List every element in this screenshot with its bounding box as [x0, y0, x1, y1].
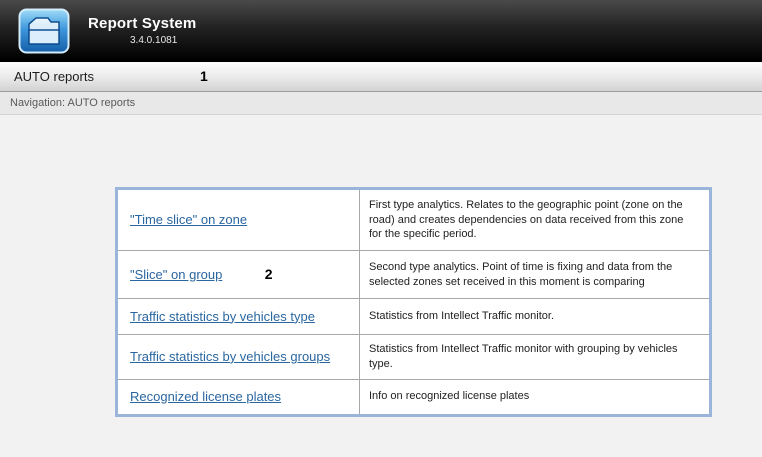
link-slice-on-group[interactable]: "Slice" on group	[130, 267, 222, 282]
report-description: First type analytics. Relates to the geo…	[360, 189, 711, 251]
breadcrumb: Navigation: AUTO reports	[10, 97, 135, 109]
table-row: Recognized license plates Info on recogn…	[117, 379, 711, 415]
menu-item-auto-reports[interactable]: AUTO reports	[14, 69, 94, 84]
app-title: Report System	[88, 15, 196, 32]
app-version: 3.4.0.1081	[88, 35, 196, 46]
table-row: Traffic statistics by vehicles type Stat…	[117, 299, 711, 335]
menu-bar: AUTO reports 1	[0, 62, 762, 92]
table-row: Traffic statistics by vehicles groups St…	[117, 335, 711, 380]
report-description: Statistics from Intellect Traffic monito…	[360, 299, 711, 335]
annotation-marker-2: 2	[265, 266, 273, 282]
report-description: Statistics from Intellect Traffic monito…	[360, 335, 711, 380]
report-description: Second type analytics. Point of time is …	[360, 251, 711, 299]
reports-table: "Time slice" on zone First type analytic…	[115, 187, 712, 417]
title-block: Report System 3.4.0.1081	[88, 15, 196, 46]
table-row: "Slice" on group 2 Second type analytics…	[117, 251, 711, 299]
app-header: Report System 3.4.0.1081	[0, 0, 762, 62]
link-traffic-statistics-by-vehicles-groups[interactable]: Traffic statistics by vehicles groups	[130, 349, 330, 364]
report-system-folder-icon	[18, 8, 70, 54]
table-row: "Time slice" on zone First type analytic…	[117, 189, 711, 251]
link-traffic-statistics-by-vehicles-type[interactable]: Traffic statistics by vehicles type	[130, 309, 315, 324]
link-time-slice-on-zone[interactable]: "Time slice" on zone	[130, 212, 247, 227]
main-content: "Time slice" on zone First type analytic…	[0, 187, 762, 457]
link-recognized-license-plates[interactable]: Recognized license plates	[130, 389, 281, 404]
report-description: Info on recognized license plates	[360, 379, 711, 415]
annotation-marker-1: 1	[200, 68, 208, 84]
breadcrumb-bar: Navigation: AUTO reports	[0, 92, 762, 115]
